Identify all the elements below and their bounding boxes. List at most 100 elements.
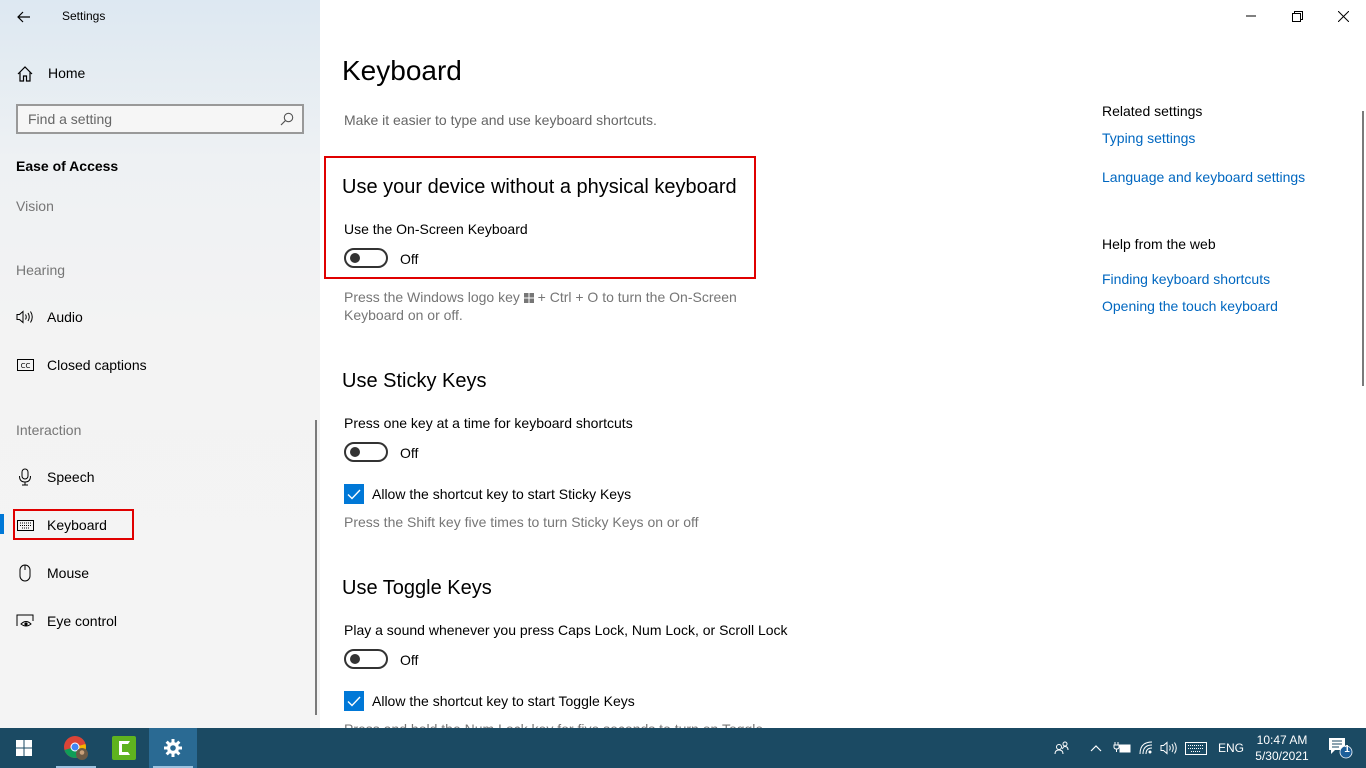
sidebar-item-label: Eye control bbox=[47, 613, 118, 629]
sidebar: Settings Home Ease of Access Vision Hear… bbox=[0, 0, 320, 728]
minimize-button[interactable] bbox=[1228, 0, 1274, 32]
help-text-part: Press the Windows logo key bbox=[344, 289, 520, 305]
minimize-icon bbox=[1246, 15, 1256, 17]
toggle-state-label: Off bbox=[400, 251, 419, 267]
eye-control-icon bbox=[16, 612, 34, 630]
sidebar-item-label: Speech bbox=[47, 469, 95, 485]
sticky-keys-shortcut-checkbox[interactable]: Allow the shortcut key to start Sticky K… bbox=[344, 484, 631, 504]
settings-gear-icon bbox=[164, 739, 182, 757]
setting-label-sticky-keys: Press one key at a time for keyboard sho… bbox=[344, 415, 633, 431]
checkbox-checked[interactable] bbox=[344, 484, 364, 504]
battery-button[interactable] bbox=[1110, 728, 1134, 768]
chevron-up-icon bbox=[1090, 744, 1102, 751]
speaker-icon bbox=[1160, 741, 1177, 755]
page-description: Make it easier to type and use keyboard … bbox=[344, 112, 657, 128]
touch-keyboard-button[interactable] bbox=[1182, 728, 1210, 768]
help-text-part: + Ctrl + O to turn the On-Screen bbox=[537, 289, 737, 305]
search-input[interactable] bbox=[18, 106, 268, 132]
show-hidden-icons-button[interactable] bbox=[1086, 728, 1106, 768]
microphone-icon bbox=[16, 468, 34, 486]
link-opening-touch-keyboard[interactable]: Opening the touch keyboard bbox=[1102, 298, 1278, 314]
mouse-icon bbox=[16, 564, 34, 582]
search-box bbox=[16, 104, 304, 134]
close-button[interactable] bbox=[1320, 0, 1366, 32]
action-center-button[interactable]: 1 bbox=[1320, 728, 1360, 768]
link-typing-settings[interactable]: Typing settings bbox=[1102, 130, 1195, 146]
on-screen-keyboard-toggle[interactable] bbox=[344, 248, 388, 268]
taskbar-camtasia[interactable] bbox=[100, 728, 148, 768]
sidebar-item-mouse[interactable]: Mouse bbox=[0, 555, 320, 591]
sticky-keys-help-text: Press the Shift key five times to turn S… bbox=[344, 514, 699, 530]
windows-logo-icon bbox=[523, 293, 534, 303]
checkbox-checked[interactable] bbox=[344, 691, 364, 711]
sticky-keys-toggle[interactable] bbox=[344, 442, 388, 462]
toggle-knob bbox=[350, 447, 360, 457]
input-language-label: ENG bbox=[1217, 741, 1244, 755]
people-button[interactable] bbox=[1048, 728, 1076, 768]
app-title: Settings bbox=[62, 9, 106, 23]
toggle-state-label: Off bbox=[400, 652, 419, 668]
clock[interactable]: 10:47 AM 5/30/2021 bbox=[1250, 732, 1314, 764]
toggle-knob bbox=[350, 654, 360, 664]
wifi-icon bbox=[1139, 741, 1153, 755]
close-icon bbox=[1337, 10, 1349, 22]
taskbar-settings[interactable] bbox=[149, 728, 197, 768]
section-heading-sticky-keys: Use Sticky Keys bbox=[342, 370, 487, 392]
toggle-keys-toggle[interactable] bbox=[344, 649, 388, 669]
checkmark-icon bbox=[347, 696, 361, 707]
toggle-knob bbox=[350, 253, 360, 263]
battery-plug-icon bbox=[1113, 742, 1131, 753]
sidebar-item-audio[interactable]: Audio bbox=[0, 299, 320, 335]
taskbar-chrome[interactable] bbox=[52, 728, 100, 768]
home-icon bbox=[17, 66, 33, 82]
taskbar: ENG 10:47 AM 5/30/2021 1 bbox=[0, 728, 1366, 768]
sidebar-scrollbar[interactable] bbox=[315, 420, 317, 715]
section-heading-on-screen-keyboard: Use your device without a physical keybo… bbox=[342, 176, 737, 198]
setting-label-toggle-keys: Play a sound whenever you press Caps Loc… bbox=[344, 622, 788, 638]
checkbox-label: Allow the shortcut key to start Toggle K… bbox=[372, 693, 635, 709]
search-icon[interactable] bbox=[280, 112, 294, 126]
network-button[interactable] bbox=[1136, 728, 1158, 768]
group-label-vision[interactable]: Vision bbox=[16, 198, 54, 214]
volume-button[interactable] bbox=[1158, 728, 1180, 768]
page-title: Keyboard bbox=[342, 55, 462, 86]
link-language-keyboard-settings[interactable]: Language and keyboard settings bbox=[1102, 169, 1305, 185]
closed-captions-icon: CC bbox=[16, 356, 34, 374]
main-scrollbar[interactable] bbox=[1362, 111, 1364, 386]
keyboard-icon bbox=[16, 516, 34, 534]
checkbox-label: Allow the shortcut key to start Sticky K… bbox=[372, 486, 632, 502]
on-screen-keyboard-help-text: Press the Windows logo key + Ctrl + O to… bbox=[344, 288, 737, 324]
svg-text:CC: CC bbox=[20, 362, 30, 370]
speaker-icon bbox=[16, 308, 34, 326]
restore-icon bbox=[1291, 10, 1303, 22]
window-controls bbox=[1228, 0, 1366, 32]
sidebar-item-closed-captions[interactable]: CC Closed captions bbox=[0, 347, 320, 383]
group-label-interaction: Interaction bbox=[16, 422, 82, 438]
sidebar-item-label: Audio bbox=[47, 309, 83, 325]
section-title: Ease of Access bbox=[16, 158, 119, 174]
group-label-hearing: Hearing bbox=[16, 262, 66, 278]
back-arrow-icon bbox=[17, 11, 30, 23]
link-finding-keyboard-shortcuts[interactable]: Finding keyboard shortcuts bbox=[1102, 271, 1270, 287]
toggle-state-label: Off bbox=[400, 445, 419, 461]
input-language-button[interactable]: ENG bbox=[1214, 728, 1248, 768]
chrome-icon bbox=[64, 736, 88, 760]
highlight-box-on-screen-keyboard bbox=[324, 156, 756, 279]
sidebar-item-speech[interactable]: Speech bbox=[0, 459, 320, 495]
notification-count-badge: 1 bbox=[1344, 744, 1350, 755]
start-button[interactable] bbox=[0, 728, 48, 768]
sidebar-item-label: Mouse bbox=[47, 565, 90, 581]
title-bar: Settings bbox=[0, 0, 320, 34]
related-settings-title: Related settings bbox=[1102, 103, 1203, 119]
help-from-web-title: Help from the web bbox=[1102, 236, 1216, 252]
sidebar-item-keyboard[interactable]: Keyboard bbox=[0, 507, 320, 543]
checkmark-icon bbox=[347, 489, 361, 500]
help-text-part: Keyboard on or off. bbox=[344, 307, 463, 323]
sidebar-item-eye-control[interactable]: Eye control bbox=[0, 603, 320, 639]
back-button[interactable] bbox=[8, 4, 40, 30]
restore-button[interactable] bbox=[1274, 0, 1320, 32]
sidebar-item-label: Keyboard bbox=[47, 517, 107, 533]
toggle-keys-shortcut-checkbox[interactable]: Allow the shortcut key to start Toggle K… bbox=[344, 691, 635, 711]
setting-label-on-screen-keyboard: Use the On-Screen Keyboard bbox=[344, 221, 528, 237]
sidebar-item-home[interactable]: Home bbox=[0, 58, 320, 88]
